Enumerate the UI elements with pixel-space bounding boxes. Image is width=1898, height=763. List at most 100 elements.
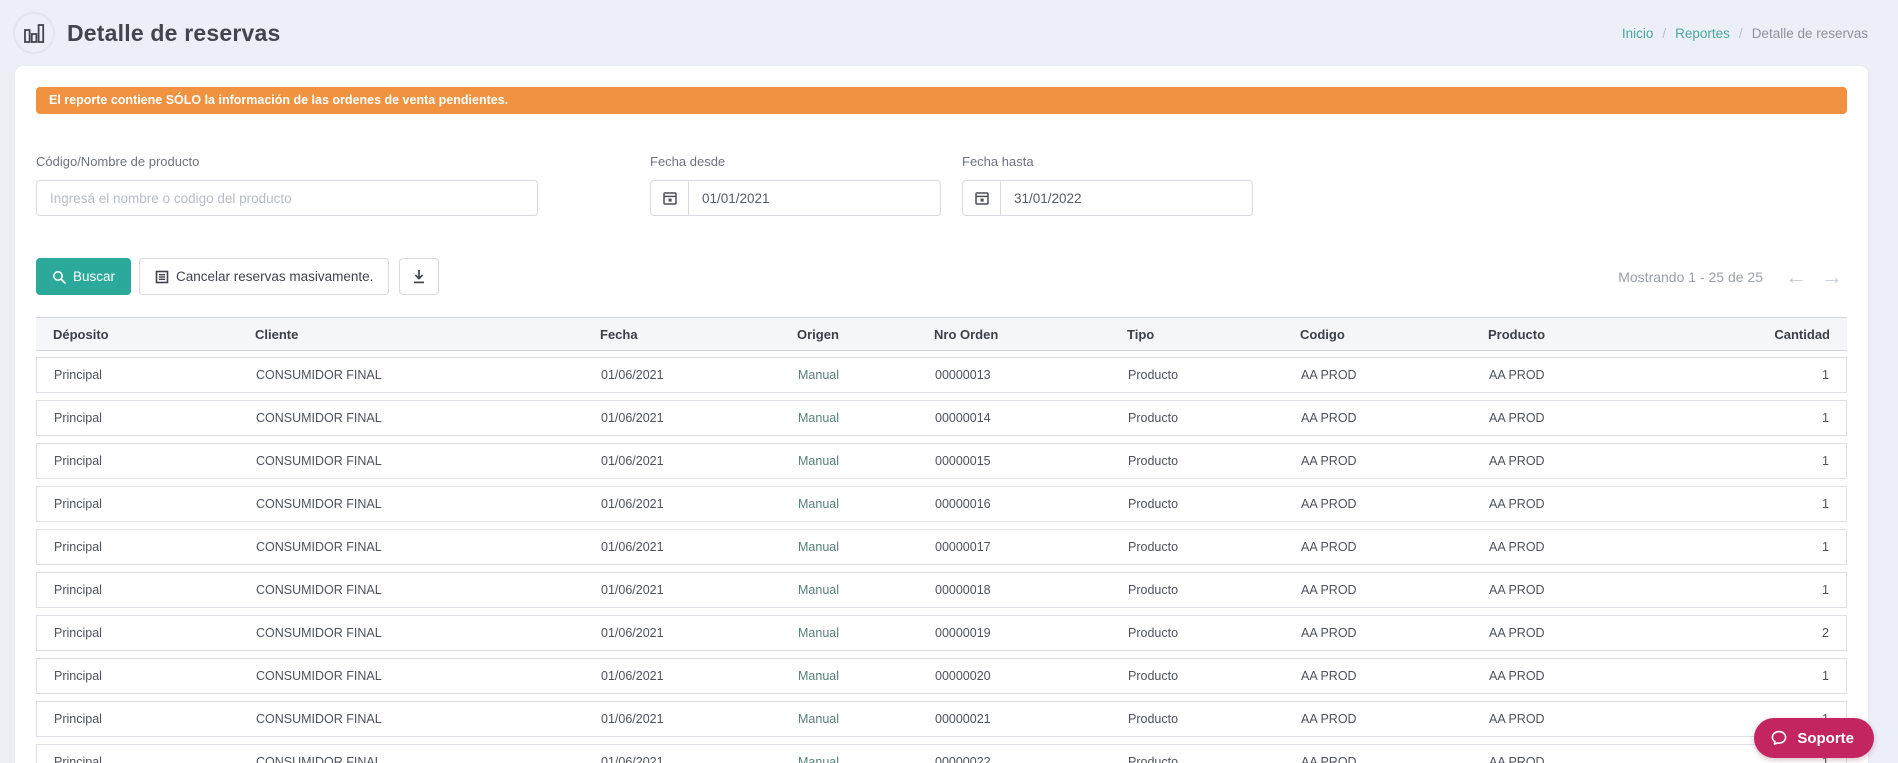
arrow-right-icon[interactable]: → [1821, 265, 1843, 288]
cell-origen: Manual [798, 712, 839, 726]
cell-tipo: Producto [1128, 454, 1179, 468]
table-row: Principal CONSUMIDOR FINAL 01/06/2021 Ma… [36, 744, 1847, 763]
cell-deposito: Principal [54, 712, 102, 726]
search-button[interactable]: Buscar [36, 258, 132, 295]
cell-codigo: AA PROD [1301, 454, 1357, 468]
cell-nro-orden: 00000019 [935, 626, 991, 640]
cell-fecha: 01/06/2021 [601, 626, 664, 640]
cell-nro-orden: 00000015 [935, 454, 991, 468]
cell-cliente: CONSUMIDOR FINAL [256, 583, 382, 597]
alert-text: El reporte contiene SÓLO la información … [49, 93, 509, 107]
cell-tipo: Producto [1128, 583, 1179, 597]
alert-banner: El reporte contiene SÓLO la información … [36, 87, 1847, 114]
header-cliente: Cliente [255, 326, 299, 342]
support-button[interactable]: Soporte [1754, 718, 1874, 758]
breadcrumb-current: Detalle de reservas [1751, 25, 1868, 41]
cell-producto: AA PROD [1489, 712, 1545, 726]
cancel-reservations-label: Cancelar reservas masivamente. [176, 269, 374, 284]
table-row: Principal CONSUMIDOR FINAL 01/06/2021 Ma… [36, 701, 1847, 737]
date-from-field [650, 180, 941, 216]
cell-codigo: AA PROD [1301, 368, 1357, 382]
product-search-input[interactable] [36, 180, 538, 216]
list-document-icon [155, 270, 169, 283]
cell-cliente: CONSUMIDOR FINAL [256, 626, 382, 640]
cell-fecha: 01/06/2021 [601, 755, 664, 763]
pagination: Mostrando 1 - 25 de 25 ← → [1618, 265, 1847, 288]
toolbar: Buscar Cancelar reservas masivamente. Mo… [36, 258, 1847, 295]
cell-producto: AA PROD [1489, 626, 1545, 640]
cell-origen: Manual [798, 540, 839, 554]
cell-nro-orden: 00000017 [935, 540, 991, 554]
cell-cliente: CONSUMIDOR FINAL [256, 368, 382, 382]
table-row: Principal CONSUMIDOR FINAL 01/06/2021 Ma… [36, 400, 1847, 436]
cell-fecha: 01/06/2021 [601, 712, 664, 726]
cell-cliente: CONSUMIDOR FINAL [256, 755, 382, 763]
cell-origen: Manual [798, 669, 839, 683]
cell-codigo: AA PROD [1301, 755, 1357, 763]
breadcrumb-reportes[interactable]: Reportes [1675, 26, 1730, 41]
breadcrumb-separator: / [1662, 25, 1667, 41]
cell-nro-orden: 00000013 [935, 368, 991, 382]
cell-tipo: Producto [1128, 411, 1179, 425]
cell-producto: AA PROD [1489, 454, 1545, 468]
download-icon [414, 269, 425, 283]
cell-cantidad: 2 [1822, 626, 1829, 640]
table-row: Principal CONSUMIDOR FINAL 01/06/2021 Ma… [36, 486, 1847, 522]
table-header: Déposito Cliente Fecha Origen Nro Orden … [36, 317, 1847, 351]
date-from-input[interactable] [689, 181, 940, 215]
table-row: Principal CONSUMIDOR FINAL 01/06/2021 Ma… [36, 529, 1847, 565]
cell-producto: AA PROD [1489, 368, 1545, 382]
breadcrumb-separator: / [1738, 25, 1743, 41]
cell-cliente: CONSUMIDOR FINAL [256, 669, 382, 683]
cell-codigo: AA PROD [1301, 583, 1357, 597]
report-logo [13, 12, 55, 54]
calendar-icon[interactable] [651, 181, 689, 215]
cell-cliente: CONSUMIDOR FINAL [256, 712, 382, 726]
cell-cantidad: 1 [1822, 540, 1829, 554]
cell-tipo: Producto [1128, 712, 1179, 726]
header-origen: Origen [797, 326, 839, 342]
breadcrumb: Inicio / Reportes / Detalle de reservas [1622, 26, 1868, 41]
header-cantidad: Cantidad [1774, 326, 1830, 342]
cell-tipo: Producto [1128, 540, 1179, 554]
cell-nro-orden: 00000018 [935, 583, 991, 597]
cell-deposito: Principal [54, 497, 102, 511]
cell-fecha: 01/06/2021 [601, 454, 664, 468]
cell-origen: Manual [798, 368, 839, 382]
chat-bubble-icon [1771, 730, 1787, 745]
cell-tipo: Producto [1128, 626, 1179, 640]
cell-codigo: AA PROD [1301, 540, 1357, 554]
cell-cliente: CONSUMIDOR FINAL [256, 540, 382, 554]
header-codigo: Codigo [1300, 326, 1345, 342]
cell-nro-orden: 00000021 [935, 712, 991, 726]
cell-fecha: 01/06/2021 [601, 497, 664, 511]
support-button-label: Soporte [1797, 729, 1854, 747]
breadcrumb-inicio[interactable]: Inicio [1622, 26, 1654, 41]
download-button[interactable] [399, 258, 440, 295]
date-to-field [962, 180, 1253, 216]
cell-nro-orden: 00000014 [935, 411, 991, 425]
header-tipo: Tipo [1127, 326, 1155, 342]
cell-fecha: 01/06/2021 [601, 368, 664, 382]
cell-tipo: Producto [1128, 497, 1179, 511]
cell-cliente: CONSUMIDOR FINAL [256, 411, 382, 425]
calendar-icon[interactable] [963, 181, 1001, 215]
cell-fecha: 01/06/2021 [601, 411, 664, 425]
page-title: Detalle de reservas [67, 19, 281, 46]
date-from-label: Fecha desde [650, 154, 726, 169]
filters-row: Código/Nombre de producto Fecha desde Fe… [36, 154, 1847, 216]
search-icon [53, 270, 66, 284]
cell-cantidad: 1 [1822, 368, 1829, 382]
cell-deposito: Principal [54, 411, 102, 425]
reservations-table: Déposito Cliente Fecha Origen Nro Orden … [36, 317, 1847, 763]
arrow-left-icon[interactable]: ← [1785, 265, 1807, 288]
date-to-input[interactable] [1001, 181, 1252, 215]
cell-origen: Manual [798, 411, 839, 425]
cell-fecha: 01/06/2021 [601, 669, 664, 683]
table-row: Principal CONSUMIDOR FINAL 01/06/2021 Ma… [36, 615, 1847, 651]
bar-chart-icon [24, 24, 45, 43]
cell-fecha: 01/06/2021 [601, 540, 664, 554]
cell-producto: AA PROD [1489, 755, 1545, 763]
product-filter-label: Código/Nombre de producto [36, 154, 200, 169]
cancel-reservations-button[interactable]: Cancelar reservas masivamente. [139, 258, 390, 295]
